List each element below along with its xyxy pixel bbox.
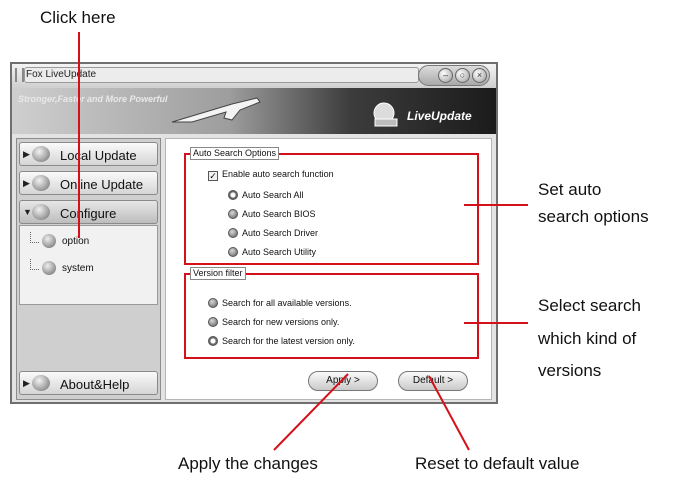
radio-auto-search-driver[interactable]: Auto Search Driver: [228, 227, 318, 239]
annotation-line-apply: [273, 373, 349, 451]
radio-icon: [208, 298, 218, 308]
sidebar: ▶ Local Update ▶ Online Update ▼ Configu…: [16, 138, 161, 400]
annotation-line-click-here: [78, 32, 80, 238]
enable-auto-search-checkbox[interactable]: ✓ Enable auto search function: [208, 168, 334, 181]
nav-label: About&Help: [60, 377, 130, 392]
callout-select-2: which kind of: [538, 329, 637, 348]
nav-label: Online Update: [60, 177, 144, 192]
radio-auto-search-bios[interactable]: Auto Search BIOS: [228, 208, 316, 220]
title-bar[interactable]: Fox LiveUpdate – ○ ×: [12, 64, 496, 89]
nav-about-help[interactable]: ▶ About&Help: [19, 371, 158, 395]
radio-label: Search for the latest version only.: [222, 336, 355, 346]
annotation-line-reset: [428, 375, 470, 451]
airplane-icon: [171, 97, 261, 123]
tree-line: [30, 259, 39, 270]
restore-icon[interactable]: ○: [455, 68, 470, 83]
radio-label: Search for new versions only.: [222, 317, 340, 327]
gear-icon: [42, 234, 56, 248]
close-icon[interactable]: ×: [472, 68, 487, 83]
radio-auto-search-all[interactable]: Auto Search All: [228, 189, 304, 201]
brand-title: LiveUpdate: [407, 109, 472, 123]
radio-label: Auto Search BIOS: [242, 209, 316, 219]
callout-reset: Reset to default value: [415, 454, 580, 473]
radio-all-versions[interactable]: Search for all available versions.: [208, 297, 352, 309]
group-legend: Auto Search Options: [190, 147, 280, 160]
liveupdate-window: Fox LiveUpdate – ○ × Stronger,Faster and…: [10, 62, 498, 404]
radio-label: Auto Search Utility: [242, 247, 317, 257]
configure-icon: [32, 204, 50, 220]
nav-label: Local Update: [60, 148, 137, 163]
radio-icon: [208, 336, 218, 346]
nav-online-update[interactable]: ▶ Online Update: [19, 171, 158, 195]
configure-subpanel: option system: [19, 225, 158, 305]
nav-configure[interactable]: ▼ Configure: [19, 200, 158, 224]
callout-select-1: Select search: [538, 296, 641, 315]
radio-label: Auto Search All: [242, 190, 304, 200]
callout-apply: Apply the changes: [178, 454, 318, 473]
sidebar-item-option[interactable]: option: [30, 232, 150, 252]
grip-icon: [15, 68, 24, 82]
radio-icon: [208, 317, 218, 327]
expand-arrow-icon: ▶: [23, 178, 30, 188]
help-icon: [32, 375, 50, 391]
banner: Stronger,Faster and More Powerful LiveUp…: [12, 88, 496, 134]
expand-arrow-icon: ▶: [23, 378, 30, 388]
annotation-line-select: [464, 322, 528, 324]
radio-latest-version[interactable]: Search for the latest version only.: [208, 335, 355, 347]
window-controls: – ○ ×: [418, 65, 490, 86]
window-title: Fox LiveUpdate: [26, 69, 97, 80]
radio-icon: [228, 247, 238, 257]
radio-label: Auto Search Driver: [242, 228, 319, 238]
auto-search-options-group: Auto Search Options ✓ Enable auto search …: [184, 147, 479, 265]
radio-label: Search for all available versions.: [222, 298, 352, 308]
checkbox-label: Enable auto search function: [222, 169, 334, 179]
callout-click-here: Click here: [40, 8, 116, 27]
annotation-line-set-auto: [464, 204, 528, 206]
expand-arrow-icon: ▶: [23, 149, 30, 159]
radio-auto-search-utility[interactable]: Auto Search Utility: [228, 246, 316, 258]
check-icon: ✓: [208, 171, 218, 181]
radio-icon: [228, 228, 238, 238]
sidebar-item-system[interactable]: system: [30, 259, 150, 279]
radio-icon: [228, 209, 238, 219]
collapse-arrow-icon: ▼: [23, 207, 32, 217]
minimize-icon[interactable]: –: [438, 68, 453, 83]
content-panel: Auto Search Options ✓ Enable auto search …: [165, 138, 492, 400]
nav-label: Configure: [60, 206, 117, 221]
callout-select-3: versions: [538, 361, 602, 380]
version-filter-group: Version filter Search for all available …: [184, 267, 479, 359]
sub-label: system: [62, 263, 94, 274]
radio-new-versions[interactable]: Search for new versions only.: [208, 316, 339, 328]
gear-icon: [42, 261, 56, 275]
sub-label: option: [62, 236, 90, 247]
online-update-icon: [32, 175, 50, 191]
banner-tagline: Stronger,Faster and More Powerful: [18, 94, 168, 104]
group-legend: Version filter: [190, 267, 246, 280]
tree-line: [30, 232, 39, 243]
local-update-icon: [32, 146, 50, 162]
nav-local-update[interactable]: ▶ Local Update: [19, 142, 158, 166]
liveupdate-logo-icon: [373, 102, 398, 127]
callout-set-auto-2: search options: [538, 207, 649, 226]
radio-icon: [228, 190, 238, 200]
callout-set-auto-1: Set auto: [538, 180, 602, 199]
